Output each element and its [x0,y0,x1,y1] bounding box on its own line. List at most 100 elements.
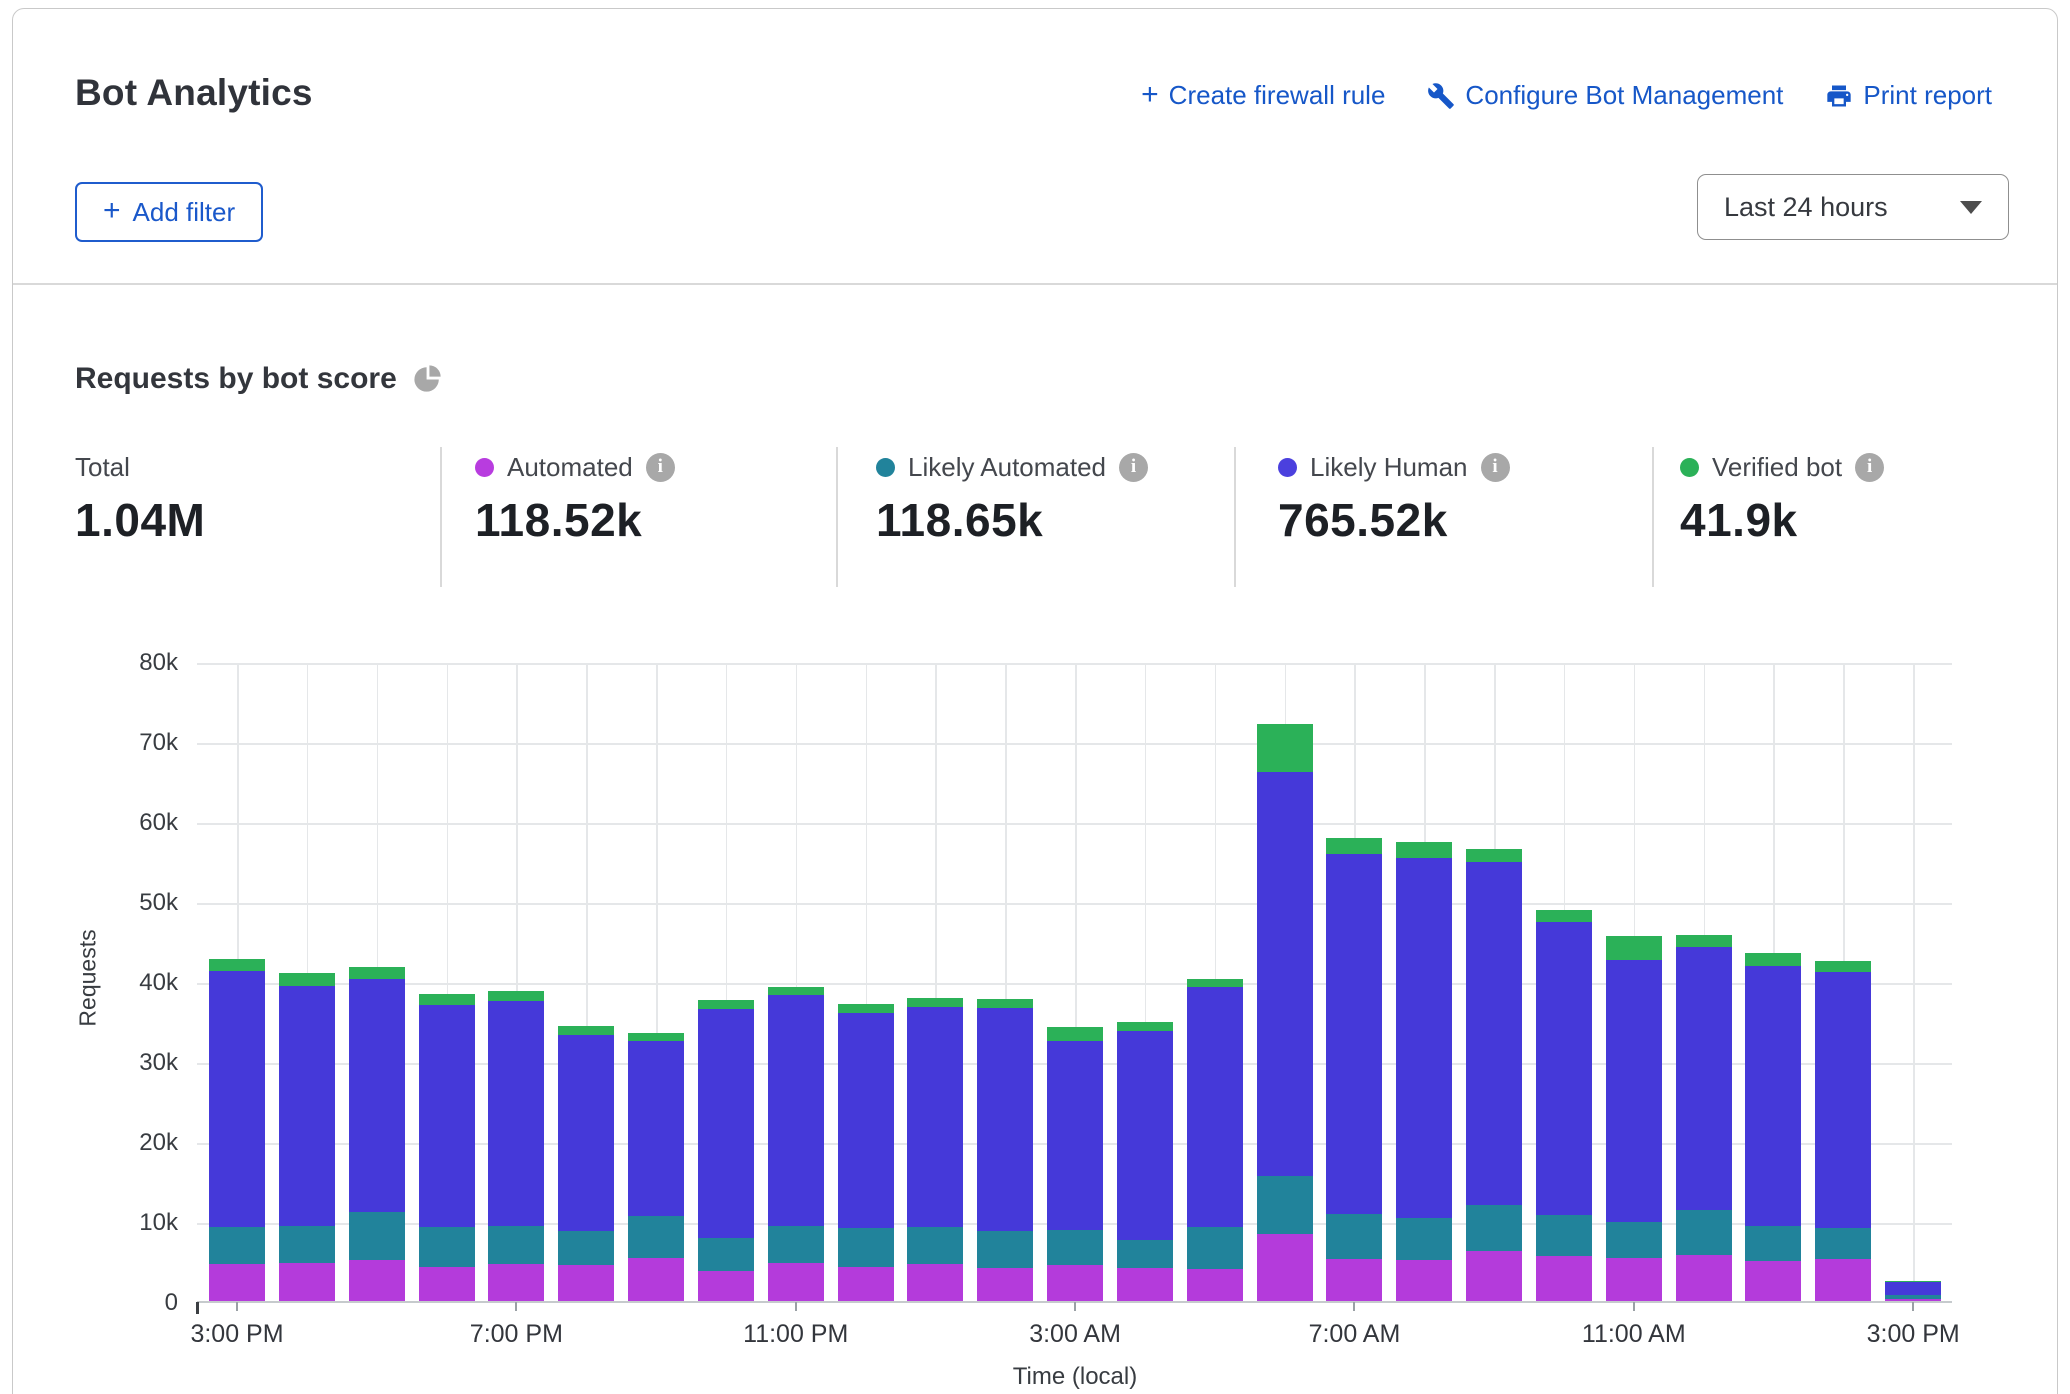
bar-segment-likely-human [1326,854,1382,1214]
stat-total: Total 1.04M [75,450,205,547]
y-tick-label: 40k [90,969,178,997]
configure-bot-management-link[interactable]: Configure Bot Management [1427,80,1783,111]
bar-segment-likely-automated [349,1212,405,1260]
bar-segment-automated [349,1260,405,1301]
stat-total-value: 1.04M [75,493,205,547]
configure-bot-management-label: Configure Bot Management [1465,80,1783,111]
bar-segment-likely-human [349,979,405,1213]
stacked-bar-600am [1257,724,1313,1301]
print-report-link[interactable]: Print report [1825,80,1992,111]
bar-segment-likely-automated [1466,1205,1522,1251]
stat-verified-bot: Verified bot i 41.9k [1680,450,1884,547]
x-tick-mark [795,1302,797,1311]
bar-segment-verified-bot [1606,936,1662,960]
stat-divider [440,447,442,587]
bar-segment-verified-bot [1466,849,1522,862]
stacked-bar-700am [1326,838,1382,1301]
stacked-bar-1000pm [698,1000,754,1301]
stat-likely-human: Likely Human i 765.52k [1278,450,1510,547]
x-tick-mark [515,1302,517,1311]
page-title: Bot Analytics [75,72,313,114]
bar-segment-likely-human [768,995,824,1226]
bar-segment-likely-human [1536,922,1592,1216]
printer-icon [1825,82,1853,110]
stacked-bar-800pm [558,1026,614,1301]
bar-segment-automated [977,1268,1033,1301]
y-tick-label: 30k [90,1049,178,1077]
x-tick-label: 3:00 AM [1029,1320,1121,1349]
bar-segment-automated [279,1263,335,1301]
bar-segment-verified-bot [1326,838,1382,854]
bar-segment-likely-human [1676,947,1732,1209]
section-title-text: Requests by bot score [75,362,397,396]
info-icon[interactable]: i [646,453,675,482]
create-firewall-rule-link[interactable]: + Create firewall rule [1141,80,1385,111]
x-tick-mark [1912,1302,1914,1311]
stat-automated: Automated i 118.52k [475,450,675,547]
y-axis-zero-tick [196,1302,199,1314]
bar-segment-likely-human [1396,858,1452,1218]
chevron-down-icon [1960,201,1982,214]
bar-segment-verified-bot [628,1033,684,1041]
stacked-bar-100pm [1745,953,1801,1301]
bar-segment-likely-automated [1047,1230,1103,1265]
likely-automated-legend-dot [876,458,895,477]
bar-segment-likely-automated [1396,1218,1452,1260]
bar-segment-verified-bot [279,973,335,986]
stacked-bar-300am [1047,1027,1103,1301]
bar-segment-likely-automated [977,1231,1033,1268]
stat-likely-automated: Likely Automated i 118.65k [876,450,1148,547]
info-icon[interactable]: i [1119,453,1148,482]
bar-segment-verified-bot [838,1004,894,1013]
bar-segment-automated [628,1258,684,1301]
bar-segment-likely-automated [1187,1227,1243,1269]
bar-segment-verified-bot [1187,979,1243,987]
bar-segment-likely-human [279,986,335,1226]
bar-segment-likely-automated [209,1227,265,1264]
bar-segment-verified-bot [907,998,963,1007]
stacked-bar-500am [1187,979,1243,1301]
bar-segment-likely-human [1117,1031,1173,1241]
x-tick-mark [1074,1302,1076,1311]
stacked-bar-700pm [488,991,544,1301]
bar-segment-likely-human [1885,1282,1941,1296]
stat-likely-human-label: Likely Human [1310,452,1468,483]
bar-segment-likely-human [488,1001,544,1226]
stacked-bar-400am [1117,1022,1173,1301]
bar-segment-likely-automated [628,1216,684,1258]
stacked-bar-300pm [1885,1281,1941,1301]
info-icon[interactable]: i [1481,453,1510,482]
stat-verified-bot-value: 41.9k [1680,493,1884,547]
bar-segment-likely-human [1815,972,1871,1228]
bar-segment-likely-automated [279,1226,335,1263]
info-icon[interactable]: i [1855,453,1884,482]
bar-segment-verified-bot [488,991,544,1001]
stat-divider [1652,447,1654,587]
bar-segment-likely-human [907,1007,963,1228]
bar-segment-likely-automated [838,1228,894,1266]
bar-segment-automated [1536,1256,1592,1301]
stacked-bar-900pm [628,1033,684,1301]
bar-segment-likely-automated [1676,1210,1732,1255]
bar-segment-automated [1815,1259,1871,1301]
bar-segment-automated [1676,1255,1732,1301]
bar-segment-likely-human [1745,966,1801,1226]
bar-segment-likely-automated [1326,1214,1382,1259]
stat-likely-human-value: 765.52k [1278,493,1510,547]
x-tick-label: 11:00 PM [743,1320,848,1349]
stacked-bar-200pm [1815,961,1871,1301]
bar-segment-likely-automated [1117,1240,1173,1268]
bar-segment-likely-human [838,1013,894,1228]
bar-segment-likely-human [419,1005,475,1227]
bar-segment-likely-automated [1257,1176,1313,1234]
stacked-bar-1000am [1536,910,1592,1301]
time-range-dropdown[interactable]: Last 24 hours [1697,174,2009,240]
bar-segment-verified-bot [698,1000,754,1009]
bar-segment-automated [1466,1251,1522,1301]
stat-likely-automated-value: 118.65k [876,493,1148,547]
y-tick-label: 70k [90,729,178,757]
plus-icon: + [103,196,121,226]
stacked-bar-1100pm [768,987,824,1301]
bar-segment-verified-bot [1745,953,1801,966]
add-filter-button[interactable]: + Add filter [75,182,263,242]
